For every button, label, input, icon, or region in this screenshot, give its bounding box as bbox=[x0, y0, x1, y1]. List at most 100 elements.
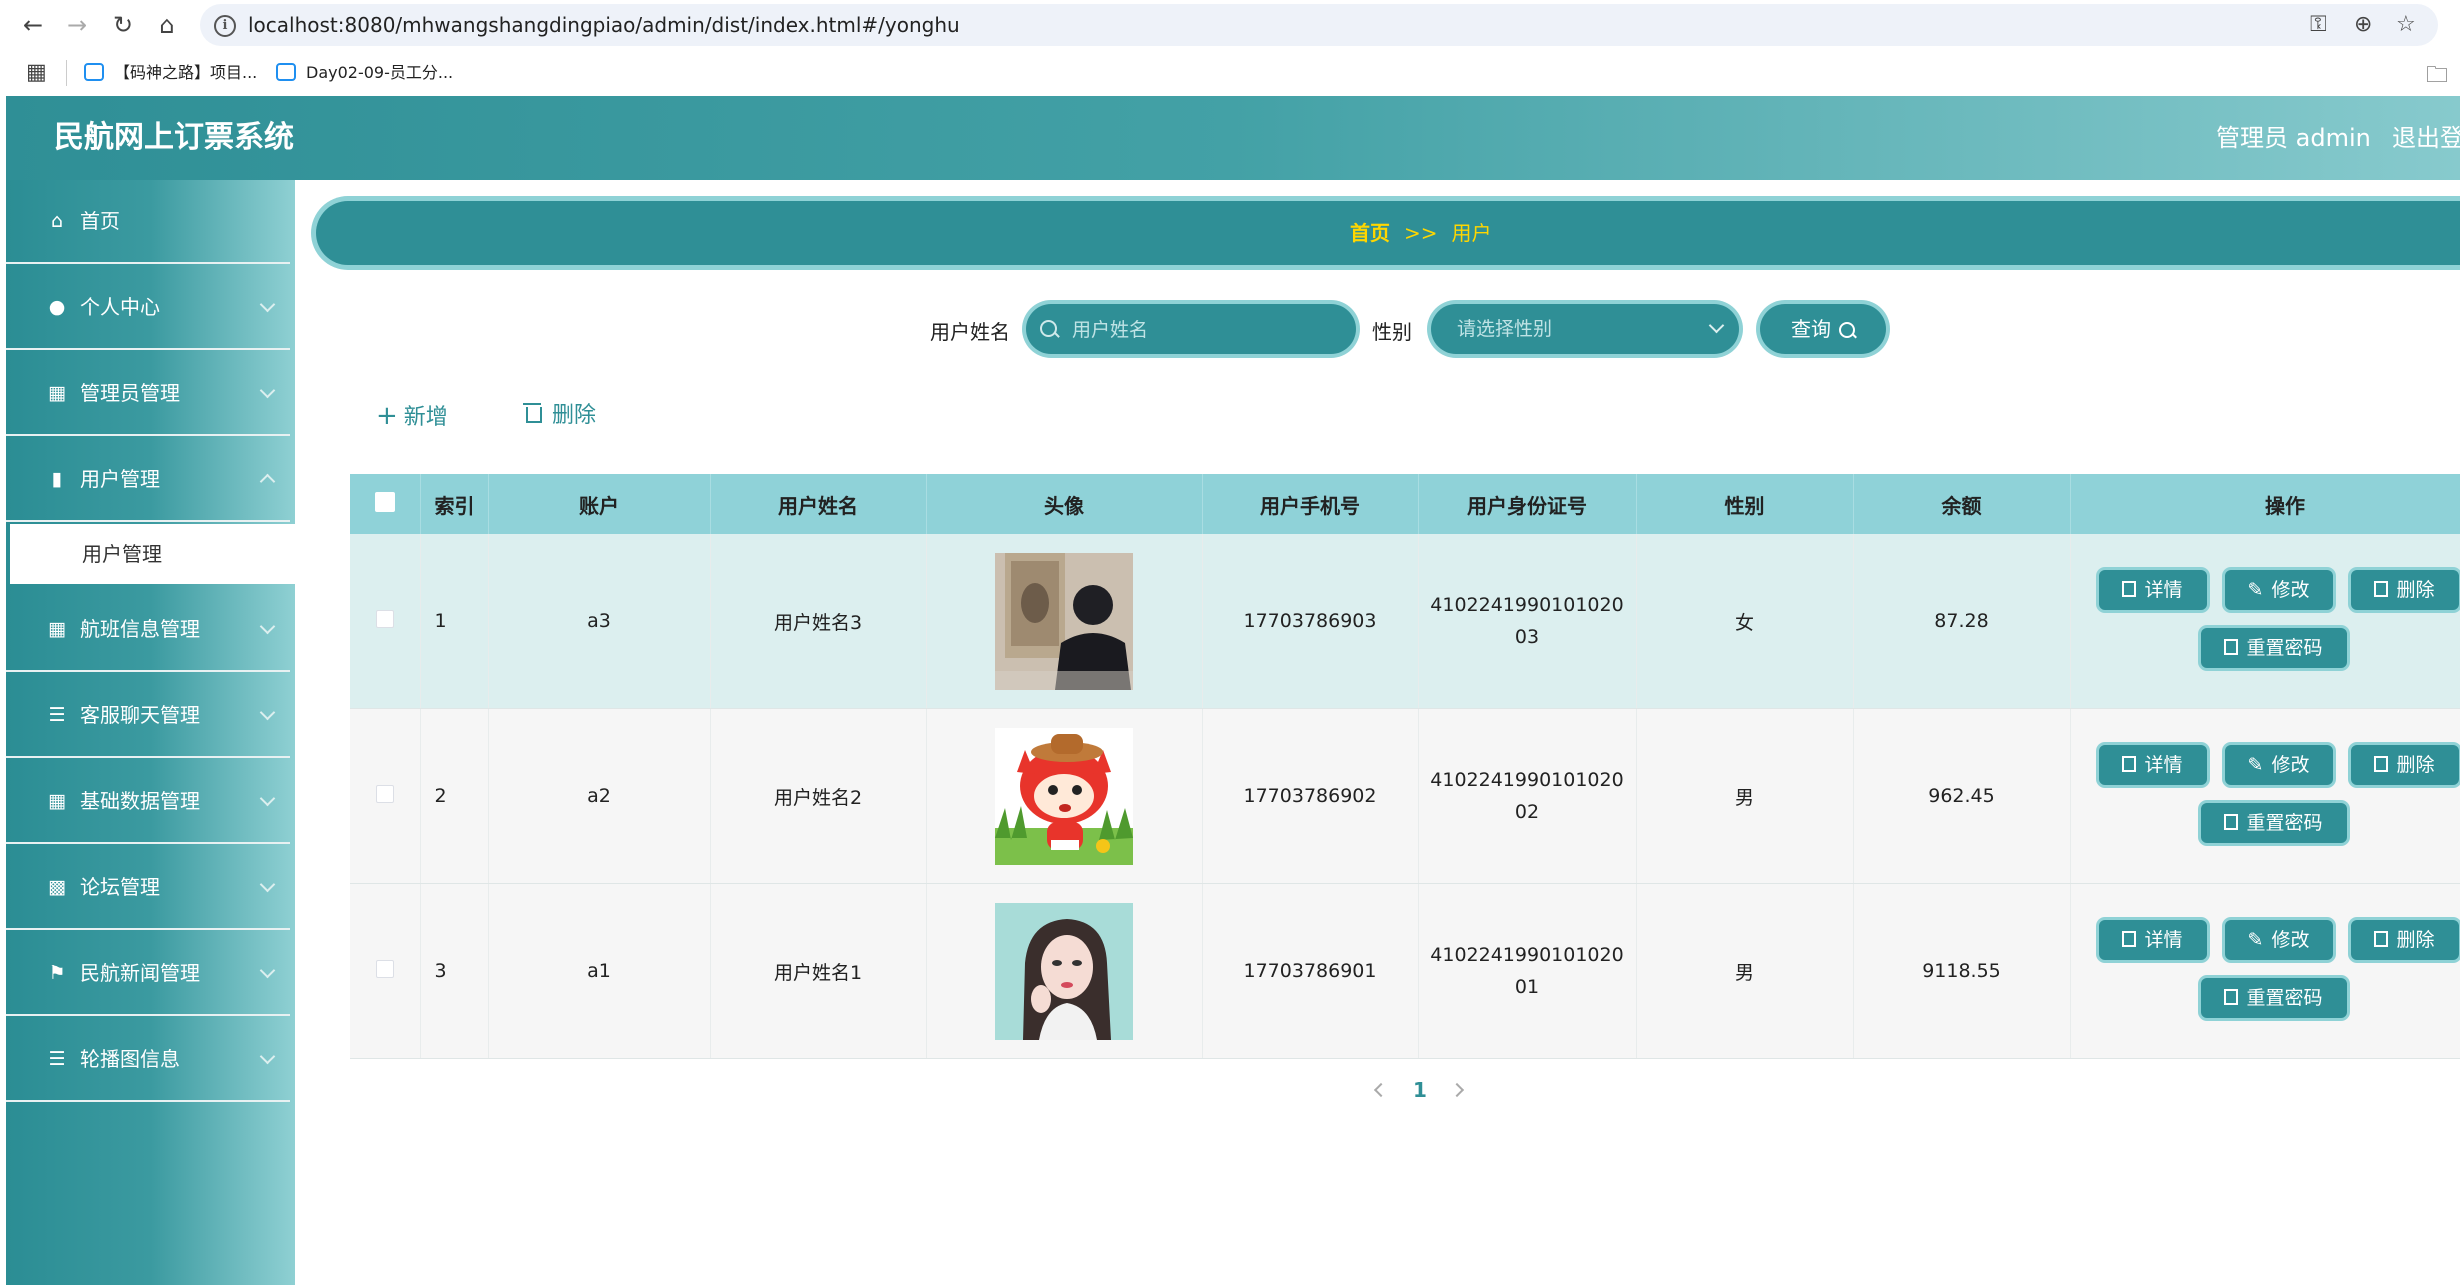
edit-button[interactable]: ✎ 修改 bbox=[2224, 745, 2333, 785]
row-select-cell[interactable] bbox=[350, 883, 421, 1059]
edit-button[interactable]: ✎ 修改 bbox=[2224, 570, 2333, 610]
pencil-icon: ✎ bbox=[2247, 754, 2264, 776]
sidebar-item-admin-manage[interactable]: ▦ 管理员管理 bbox=[6, 352, 290, 436]
grid-icon: ▦ bbox=[48, 790, 66, 812]
sidebar-item-home[interactable]: ⌂ 首页 bbox=[6, 180, 290, 264]
name-search-box[interactable] bbox=[1026, 304, 1356, 356]
list-icon: ☰ bbox=[48, 704, 66, 726]
delete-button[interactable]: 删除 bbox=[2350, 570, 2459, 610]
row-select-cell[interactable] bbox=[350, 534, 421, 709]
sidebar-item-basic-data[interactable]: ▦ 基础数据管理 bbox=[6, 760, 290, 844]
star-icon[interactable]: ☆ bbox=[2396, 10, 2416, 40]
row-checkbox[interactable] bbox=[375, 784, 394, 803]
forward-arrow-icon[interactable]: → bbox=[60, 8, 94, 42]
sidebar-item-label: 个人中心 bbox=[80, 295, 160, 319]
sidebar-subitem-user-manage[interactable]: 用户管理 bbox=[10, 524, 296, 584]
sidebar-item-label: 民航新闻管理 bbox=[80, 961, 200, 985]
edit-button-label: 修改 bbox=[2271, 579, 2310, 601]
detail-button[interactable]: 详情 bbox=[2098, 745, 2207, 785]
site-info-icon[interactable]: i bbox=[214, 15, 236, 37]
cell-avatar bbox=[926, 708, 1203, 884]
edit-button[interactable]: ✎ 修改 bbox=[2224, 920, 2333, 960]
cell-name: 用户姓名1 bbox=[710, 883, 927, 1059]
sidebar-item-personal-center[interactable]: ● 个人中心 bbox=[6, 266, 290, 350]
detail-button[interactable]: 详情 bbox=[2098, 570, 2207, 610]
zoom-icon[interactable]: ⊕ bbox=[2354, 10, 2372, 40]
reload-icon[interactable]: ↻ bbox=[106, 8, 140, 42]
cell-name: 用户姓名2 bbox=[710, 708, 927, 884]
add-button[interactable]: + 新增 bbox=[376, 398, 448, 436]
breadcrumb: 首页 >> 用户 bbox=[316, 201, 2460, 265]
trash-icon bbox=[2374, 756, 2389, 772]
sidebar-subitem-label: 用户管理 bbox=[82, 542, 162, 566]
bookmark-item[interactable]: 【码神之路】项目... bbox=[84, 50, 257, 96]
id-card-line: 4102241990101020 bbox=[1430, 944, 1624, 966]
delete-button[interactable]: 删除 bbox=[2350, 920, 2459, 960]
select-all-cell[interactable] bbox=[350, 474, 421, 534]
bilibili-icon bbox=[84, 62, 104, 81]
select-all-checkbox[interactable] bbox=[374, 491, 395, 512]
back-arrow-icon[interactable]: ← bbox=[16, 8, 50, 42]
sidebar-item-customer-chat[interactable]: ☰ 客服聊天管理 bbox=[6, 674, 290, 758]
name-search-label: 用户姓名 bbox=[930, 320, 1010, 344]
col-header-actions: 操作 bbox=[2070, 474, 2460, 534]
reset-password-button[interactable]: 重置密码 bbox=[2200, 628, 2347, 668]
chevron-down-icon bbox=[259, 962, 276, 979]
bookmark-item[interactable]: Day02-09-员工分... bbox=[276, 50, 453, 96]
avatar-photo-person bbox=[995, 552, 1133, 690]
gender-select[interactable]: 请选择性别 bbox=[1431, 304, 1739, 354]
row-checkbox[interactable] bbox=[375, 609, 394, 628]
cell-name: 用户姓名3 bbox=[710, 534, 927, 709]
col-header-name: 用户姓名 bbox=[710, 474, 927, 534]
reset-password-button[interactable]: 重置密码 bbox=[2200, 803, 2347, 843]
detail-button[interactable]: 详情 bbox=[2098, 920, 2207, 960]
logout-link[interactable]: 退出登录 bbox=[2392, 96, 2460, 180]
detail-button-label: 详情 bbox=[2144, 579, 2183, 601]
sidebar-item-flight-info[interactable]: ▦ 航班信息管理 bbox=[6, 588, 290, 672]
delete-button-label: 删除 bbox=[2396, 579, 2435, 601]
sidebar-item-label: 首页 bbox=[80, 209, 120, 233]
apps-grid-icon[interactable]: ▦ bbox=[26, 60, 47, 85]
chevron-down-icon bbox=[259, 382, 276, 399]
bookmark-label: 【码神之路】项目... bbox=[114, 63, 258, 82]
detail-button-label: 详情 bbox=[2144, 754, 2183, 776]
reset-password-button[interactable]: 重置密码 bbox=[2200, 978, 2347, 1018]
sidebar-item-user-manage[interactable]: ▮ 用户管理 bbox=[6, 438, 290, 522]
cell-balance: 962.45 bbox=[1853, 708, 2071, 884]
name-search-input[interactable] bbox=[1070, 304, 1344, 356]
pagination: 1 bbox=[0, 1076, 2460, 1104]
user-icon: ● bbox=[48, 296, 66, 318]
row-checkbox[interactable] bbox=[375, 959, 394, 978]
user-table: 索引 账户 用户姓名 头像 用户手机号 用户身份证号 性别 余额 操作 1 a3… bbox=[350, 474, 2460, 1059]
cell-gender: 男 bbox=[1636, 883, 1854, 1059]
cell-index: 3 bbox=[420, 883, 489, 1059]
page-number-current[interactable]: 1 bbox=[1413, 1076, 1427, 1104]
user-manage-icon: ▮ bbox=[51, 468, 63, 490]
chevron-right-icon[interactable] bbox=[1449, 1082, 1465, 1098]
sidebar-item-forum[interactable]: ▩ 论坛管理 bbox=[6, 846, 290, 930]
cell-actions: 详情 ✎ 修改 删除 重置密码 bbox=[2070, 708, 2460, 884]
breadcrumb-home[interactable]: 首页 bbox=[1350, 221, 1390, 245]
url-text[interactable]: localhost:8080/mhwangshangdingpiao/admin… bbox=[248, 4, 960, 46]
chevron-down-icon bbox=[1708, 317, 1725, 334]
row-select-cell[interactable] bbox=[350, 708, 421, 884]
document-icon bbox=[2224, 989, 2239, 1005]
chevron-left-icon[interactable] bbox=[1373, 1082, 1389, 1098]
sidebar-item-news[interactable]: ⚑ 民航新闻管理 bbox=[6, 932, 290, 1016]
delete-button[interactable]: 删除 bbox=[2350, 745, 2459, 785]
home-browser-icon[interactable]: ⌂ bbox=[150, 8, 184, 42]
app-header: 民航网上订票系统 管理员 admin 退出登录 bbox=[6, 96, 2460, 180]
search-icon bbox=[1040, 320, 1057, 337]
query-button[interactable]: 查询 bbox=[1760, 304, 1886, 354]
col-header-id-card: 用户身份证号 bbox=[1418, 474, 1637, 534]
search-icon bbox=[1839, 322, 1855, 338]
id-card-line: 03 bbox=[1514, 626, 1540, 648]
col-header-account: 账户 bbox=[488, 474, 711, 534]
add-button-label: 新增 bbox=[403, 405, 448, 430]
address-bar[interactable]: i localhost:8080/mhwangshangdingpiao/adm… bbox=[200, 4, 2438, 46]
col-header-balance: 余额 bbox=[1853, 474, 2071, 534]
batch-delete-button[interactable]: 删除 bbox=[523, 398, 596, 434]
folder-icon[interactable]: 🗀 bbox=[2426, 58, 2448, 96]
document-icon bbox=[2122, 931, 2137, 947]
key-icon[interactable]: ⚿ bbox=[2310, 10, 2327, 40]
